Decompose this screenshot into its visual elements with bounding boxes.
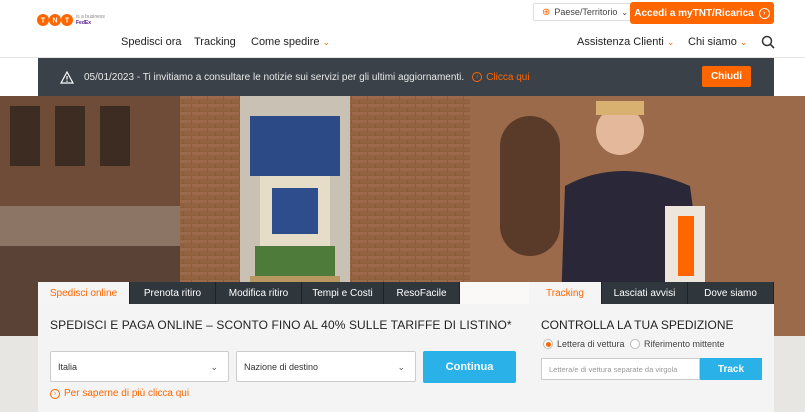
login-label: Accedi a myTNT/Ricarica [634,7,754,19]
chevron-down-icon: ⌄ [397,362,405,372]
chevron-down-icon: ⌄ [210,362,218,372]
logo-subtitle: is a business FedEx [76,14,105,26]
track-tabs: Tracking Lasciati avvisi Dove siamo [529,282,774,304]
header: T N T is a business FedEx ⊕ Paese/Territ… [0,0,805,58]
nav-chi-siamo[interactable]: Chi siamo ⌄ [688,36,747,48]
login-button[interactable]: Accedi a myTNT/Ricarica › [630,2,774,24]
continue-button[interactable]: Continua [423,351,516,383]
country-selector[interactable]: ⊕ Paese/Territorio ⌄ [533,3,638,21]
country-label: Paese/Territorio [554,7,618,17]
track-title: CONTROLLA LA TUA SPEDIZIONE [541,318,734,332]
notice-link-label: Clicca qui [486,71,530,83]
ship-panel-body: SPEDISCI E PAGA ONLINE – SCONTO FINO AL … [38,304,530,412]
chevron-down-icon: ⌄ [666,37,675,47]
tab-spedisci-online[interactable]: Spedisci online [38,282,130,304]
svg-text:T: T [41,18,46,25]
tnt-logo-icon: T N T [37,14,73,26]
track-panel-body: CONTROLLA LA TUA SPEDIZIONE Lettera di v… [529,304,774,412]
track-panel: Tracking Lasciati avvisi Dove siamo CONT… [529,282,774,412]
arrow-right-icon: › [758,7,770,19]
radio-label: Lettera di vettura [557,339,625,349]
track-button[interactable]: Track [700,358,762,380]
ship-title: SPEDISCI E PAGA ONLINE – SCONTO FINO AL … [50,318,512,332]
nav-assistenza-clienti[interactable]: Assistenza Clienti ⌄ [577,36,674,48]
radio-riferimento-mittente[interactable]: Riferimento mittente [630,339,725,349]
tnt-logo[interactable]: T N T is a business FedEx [37,13,105,27]
close-notice-button[interactable]: Chiudi [702,66,751,87]
radio-label: Riferimento mittente [644,339,725,349]
svg-text:N: N [52,18,57,25]
nav-spedisci-ora[interactable]: Spedisci ora [121,36,182,48]
tab-dove-siamo[interactable]: Dove siamo [688,282,774,304]
tracking-input[interactable]: Lettera/e di vettura separate da virgola [541,358,700,380]
nav-tracking[interactable]: Tracking [194,36,236,48]
notice-banner: 05/01/2023 - Ti invitiamo a consultare l… [38,58,774,96]
tab-tempi-e-costi[interactable]: Tempi e Costi [302,282,384,304]
tab-modifica-ritiro[interactable]: Modifica ritiro [216,282,302,304]
notice-text: 05/01/2023 - Ti invitiamo a consultare l… [84,71,465,83]
notice-link[interactable]: › Clicca qui [472,71,530,83]
globe-icon: ⊕ [542,6,551,18]
arrow-right-icon: › [50,388,60,399]
destination-country-select[interactable]: Nazione di destino ⌄ [236,351,416,382]
tab-prenota-ritiro[interactable]: Prenota ritiro [130,282,216,304]
tab-resofacile[interactable]: ResoFacile [384,282,460,304]
chevron-down-icon: ⌄ [322,37,331,47]
arrow-right-icon: › [472,72,483,82]
tab-lasciati-avvisi[interactable]: Lasciati avvisi [602,282,688,304]
ship-panel: Spedisci online Prenota ritiro Modifica … [38,282,530,412]
svg-text:T: T [65,18,70,25]
radio-lettera-di-vettura[interactable]: Lettera di vettura [543,339,625,349]
ship-tabs: Spedisci online Prenota ritiro Modifica … [38,282,530,304]
nav-come-spedire[interactable]: Come spedire ⌄ [251,36,330,48]
origin-value: Italia [58,361,78,372]
radio-checked-icon [543,339,553,349]
tab-tracking[interactable]: Tracking [529,282,602,304]
warning-icon [60,70,74,84]
more-info-link[interactable]: › Per saperne di più clicca qui [50,388,189,399]
chevron-down-icon: ⌄ [739,37,748,47]
more-info-label: Per saperne di più clicca qui [64,388,190,399]
radio-unchecked-icon [630,339,640,349]
destination-value: Nazione di destino [244,361,319,372]
chevron-down-icon: ⌄ [621,7,629,17]
search-icon[interactable] [761,35,775,49]
origin-country-select[interactable]: Italia ⌄ [50,351,229,382]
